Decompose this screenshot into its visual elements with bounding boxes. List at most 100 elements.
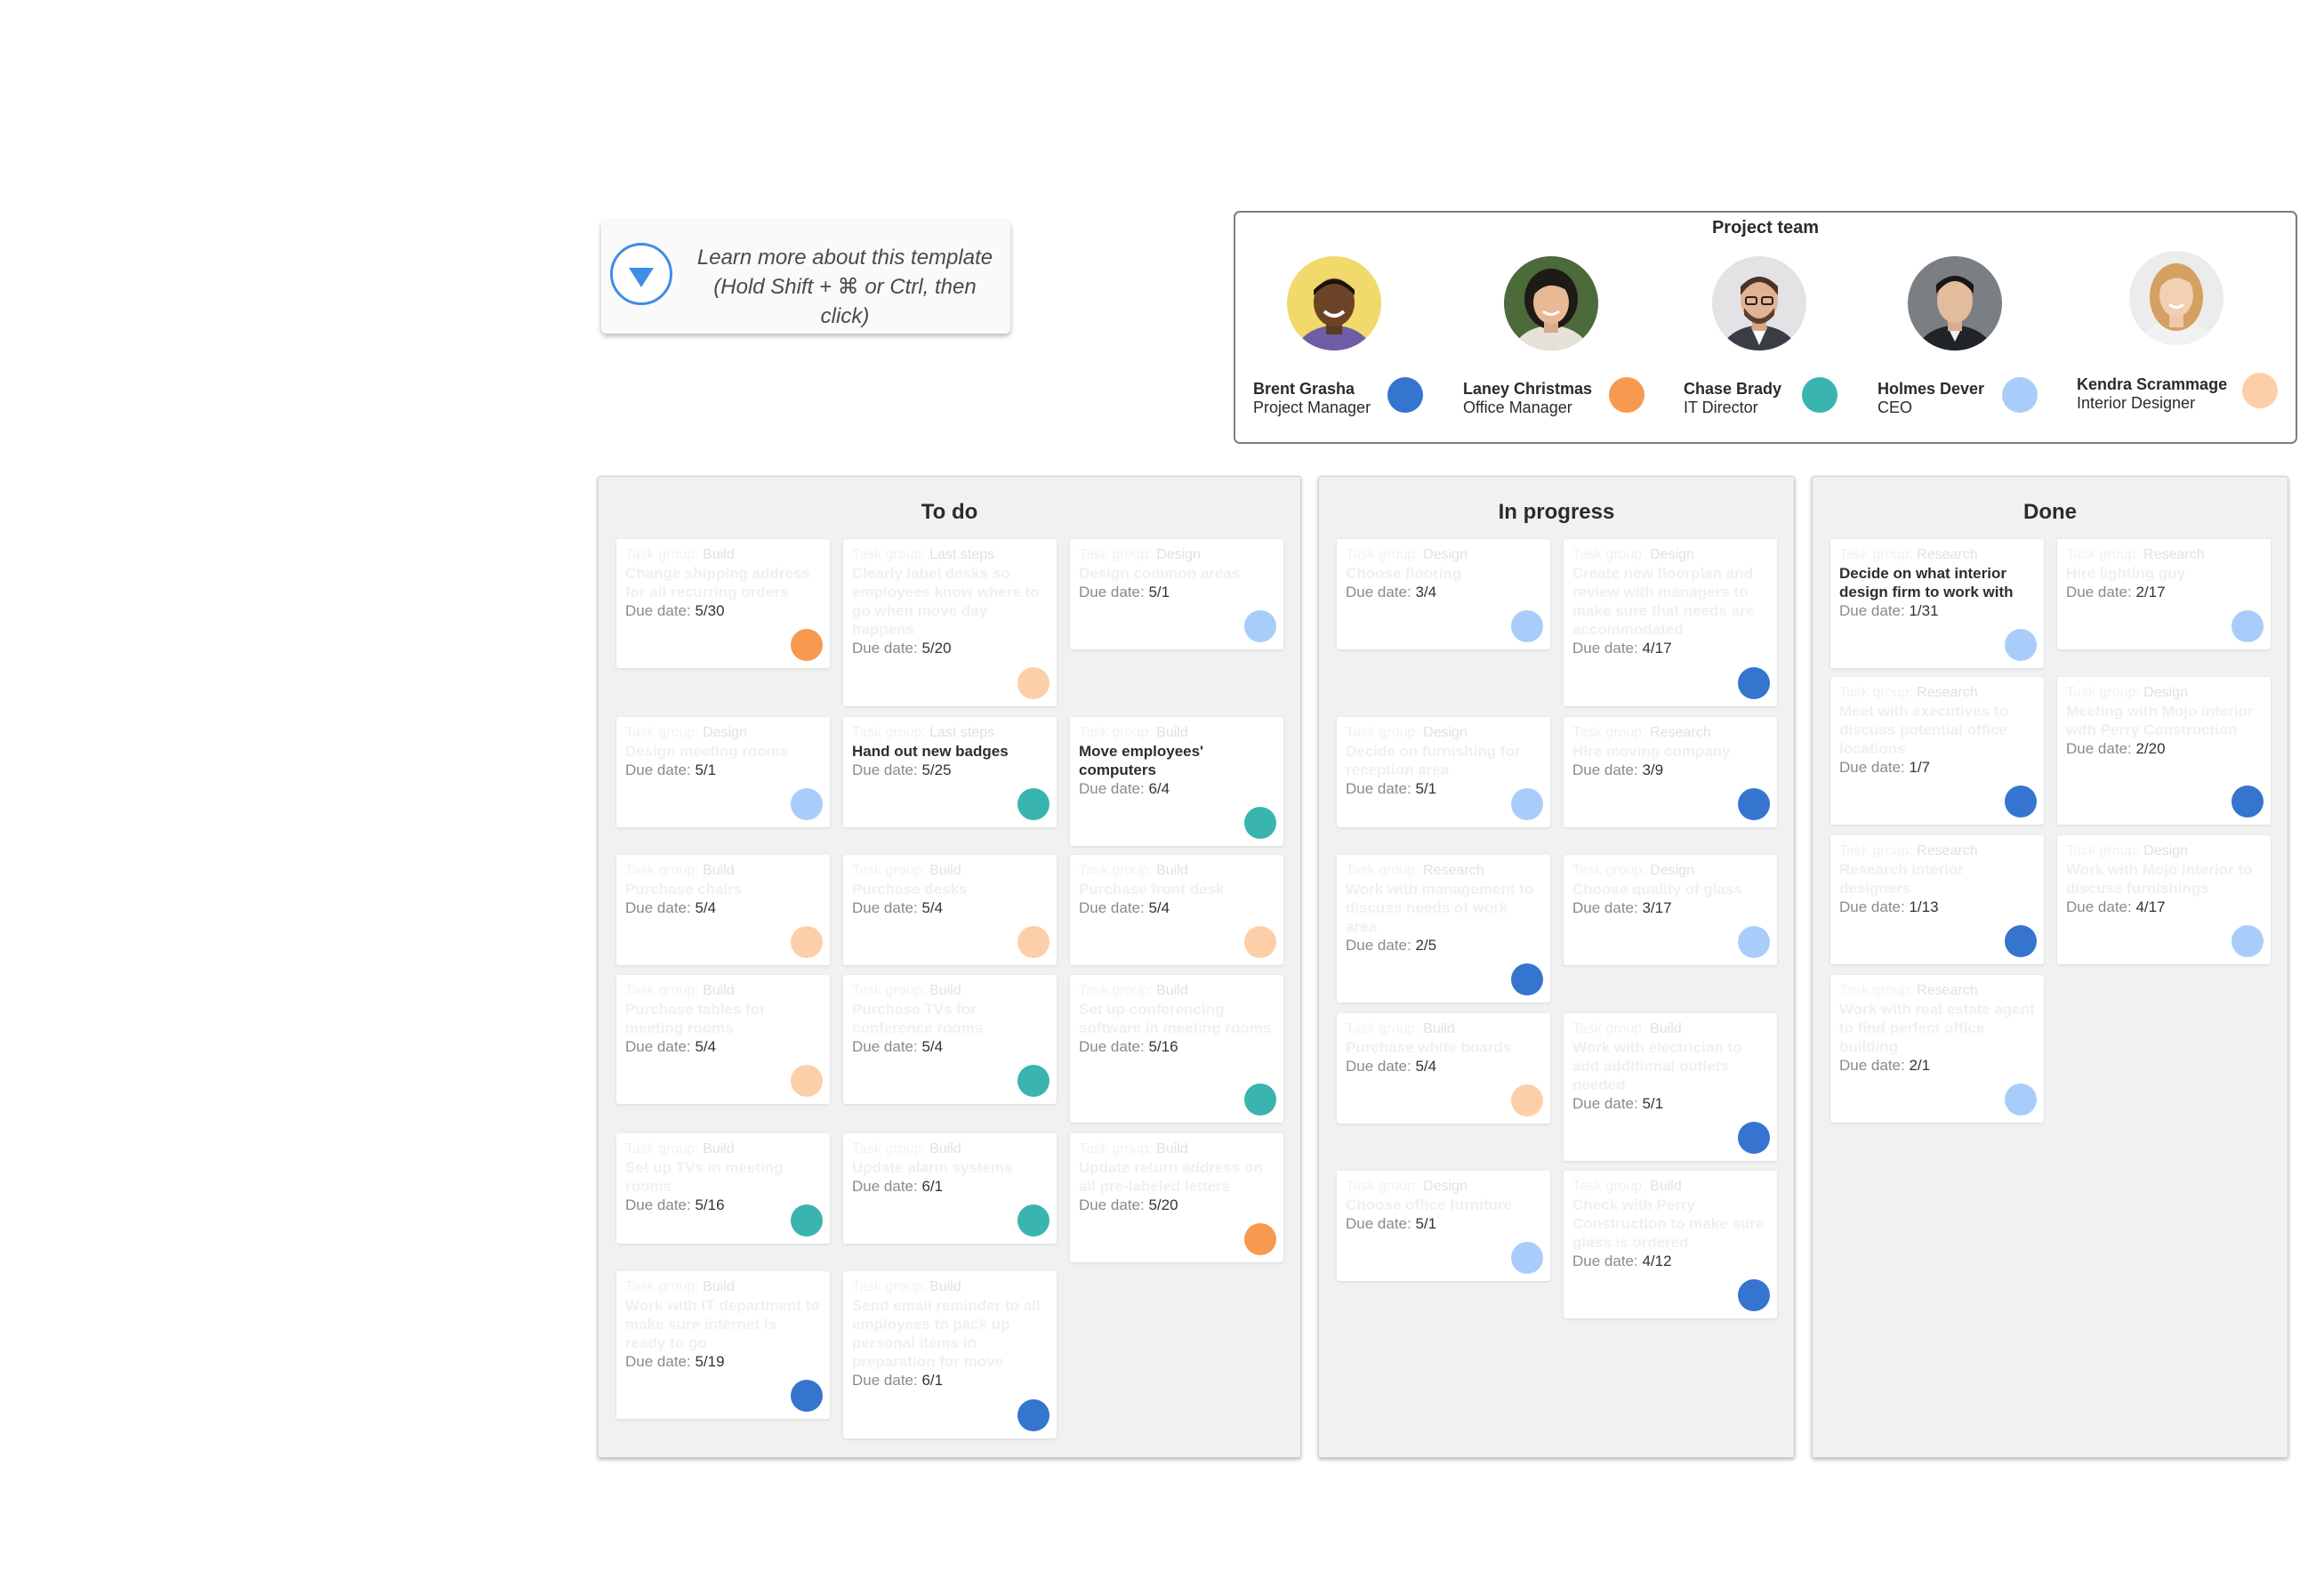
task-card[interactable]: Task group: Build Send email reminder to … (843, 1271, 1057, 1438)
due-date-value: 5/1 (695, 761, 717, 778)
task-group: Task group: Build (1079, 862, 1275, 880)
assignee-dot (791, 788, 823, 820)
assignee-dot (1738, 1279, 1770, 1311)
task-card[interactable]: Task group: Design Create new floorplan a… (1564, 539, 1777, 706)
task-group-value: Build (703, 863, 735, 878)
task-card[interactable]: Task group: Build Work with IT department… (616, 1271, 830, 1419)
task-title: Move employees' computers (1079, 743, 1204, 778)
task-card[interactable]: Task group: Build Update return address o… (1070, 1133, 1283, 1262)
task-card[interactable]: Task group: Research Decide on what inter… (1830, 539, 2044, 668)
member-color-dot (1609, 377, 1644, 413)
task-card[interactable]: Task group: Design Choose flooring Due dat… (1337, 539, 1550, 649)
learn-more-button[interactable] (610, 243, 672, 305)
task-card[interactable]: Task group: Last steps Hand out new badge… (843, 717, 1057, 827)
task-group-value: Build (1156, 863, 1188, 878)
task-group-value: Build (929, 1141, 961, 1156)
task-group-label: Task group: (625, 983, 704, 998)
due-date: Due date: 5/25 (852, 761, 1048, 779)
task-card[interactable]: Task group: Build Purchase chairs Due date… (616, 855, 830, 965)
column-to-do: To do Task group: Build Change shipping a… (598, 476, 1301, 1458)
task-group-value: Research (1917, 983, 1978, 998)
task-card[interactable]: Task group: Research Work with real estat… (1830, 975, 2044, 1123)
due-date-value: 5/1 (1415, 780, 1437, 797)
task-card[interactable]: Task group: Build Set up TVs in meeting r… (616, 1133, 830, 1244)
task-card[interactable]: Task group: Design Work with Mojo Interio… (2057, 835, 2271, 964)
task-card[interactable]: Task group: Build Set up conferencing sof… (1070, 975, 1283, 1123)
task-group-label: Task group: (852, 1141, 930, 1156)
due-date-label: Due date: (852, 899, 922, 916)
task-group-label: Task group: (1839, 843, 1918, 858)
assignee-dot (1738, 788, 1770, 820)
task-group-value: Design (1650, 547, 1694, 562)
task-title: Hire moving company (1572, 743, 1731, 760)
task-card[interactable]: Task group: Design Design meeting rooms Du… (616, 717, 830, 827)
task-card[interactable]: Task group: Build Check with Perry Constr… (1564, 1171, 1777, 1318)
task-group-value: Research (1423, 863, 1484, 878)
assignee-dot (1244, 1223, 1276, 1255)
avatar-holmes-dever (1908, 256, 2002, 350)
task-card[interactable]: Task group: Build Work with electrician t… (1564, 1013, 1777, 1161)
task-card[interactable]: Task group: Build Purchase TVs for confer… (843, 975, 1057, 1104)
task-title: Set up TVs in meeting rooms (625, 1159, 784, 1195)
task-card[interactable]: Task group: Last steps Clearly label desk… (843, 539, 1057, 706)
task-title: Check with Perry Construction to make su… (1572, 1196, 1765, 1251)
task-card[interactable]: Task group: Build Change shipping address… (616, 539, 830, 668)
task-group-label: Task group: (852, 983, 930, 998)
task-group: Task group: Build (1079, 1140, 1275, 1158)
due-date-label: Due date: (625, 899, 696, 916)
task-card[interactable]: Task group: Build Purchase tables for mee… (616, 975, 830, 1104)
task-group: Task group: Design (1079, 546, 1275, 564)
due-date-value: 2/17 (2135, 584, 2166, 600)
task-group-value: Build (703, 1279, 735, 1294)
task-title: Hire lighting guy (2066, 565, 2186, 582)
task-title: Work with IT department to make sure int… (625, 1297, 820, 1351)
assignee-dot (2232, 786, 2264, 818)
task-title: Work with electrician to add additional … (1572, 1039, 1742, 1093)
task-group: Task group: Research (2066, 546, 2262, 564)
due-date: Due date: 2/1 (1839, 1056, 2035, 1075)
task-card[interactable]: Task group: Build Move employees' compute… (1070, 717, 1283, 846)
due-date-value: 5/4 (921, 899, 944, 916)
task-card[interactable]: Task group: Research Meet with executives… (1830, 677, 2044, 825)
due-date: Due date: 3/4 (1346, 583, 1541, 601)
task-card[interactable]: Task group: Research Hire moving company D… (1564, 717, 1777, 827)
due-date-value: 5/16 (695, 1196, 725, 1213)
task-group-value: Last steps (929, 725, 995, 740)
task-group-label: Task group: (852, 725, 930, 740)
task-card[interactable]: Task group: Build Purchase desks Due date:… (843, 855, 1057, 965)
learn-more-panel[interactable]: Learn more about this template (Hold Shi… (601, 220, 1010, 334)
due-date: Due date: 2/5 (1346, 936, 1541, 955)
task-title: Change shipping address for all recurrin… (625, 565, 810, 600)
task-card[interactable]: Task group: Research Work with management… (1337, 855, 1550, 1003)
due-date-label: Due date: (852, 640, 922, 657)
task-card[interactable]: Task group: Build Purchase white boards Du… (1337, 1013, 1550, 1124)
member-color-dot (2242, 373, 2278, 408)
due-date-label: Due date: (2066, 898, 2136, 915)
task-card[interactable]: Task group: Build Purchase front desk Due … (1070, 855, 1283, 965)
due-date-label: Due date: (1346, 1215, 1416, 1232)
task-group-label: Task group: (852, 547, 930, 562)
task-card[interactable]: Task group: Research Research interior de… (1830, 835, 2044, 964)
task-group: Task group: Last steps (852, 724, 1048, 742)
learn-more-text[interactable]: Learn more about this template (Hold Shi… (687, 243, 1003, 331)
task-title: Choose quality of glass (1572, 881, 1742, 898)
due-date-value: 5/4 (1415, 1058, 1437, 1075)
assignee-dot (1244, 1084, 1276, 1116)
due-date-value: 5/19 (695, 1353, 725, 1370)
task-group: Task group: Build (852, 982, 1048, 1000)
assignee-dot (1244, 610, 1276, 642)
task-card[interactable]: Task group: Build Update alarm systems Due… (843, 1133, 1057, 1244)
task-card[interactable]: Task group: Design Decide on furnishing f… (1337, 717, 1550, 827)
task-group: Task group: Design (625, 724, 821, 742)
due-date-label: Due date: (1079, 899, 1149, 916)
due-date: Due date: 5/4 (1079, 898, 1275, 917)
due-date-value: 2/20 (2135, 740, 2166, 757)
task-card[interactable]: Task group: Design Choose quality of glas… (1564, 855, 1777, 965)
task-card[interactable]: Task group: Design Design common areas Due… (1070, 539, 1283, 649)
task-card[interactable]: Task group: Design Meeting with Mojo Inte… (2057, 677, 2271, 825)
task-card[interactable]: Task group: Research Hire lighting guy Due… (2057, 539, 2271, 649)
due-date: Due date: 5/30 (625, 601, 821, 620)
assignee-dot (1017, 667, 1049, 699)
due-date: Due date: 5/1 (1572, 1094, 1768, 1113)
task-card[interactable]: Task group: Design Choose office furnitur… (1337, 1171, 1550, 1281)
